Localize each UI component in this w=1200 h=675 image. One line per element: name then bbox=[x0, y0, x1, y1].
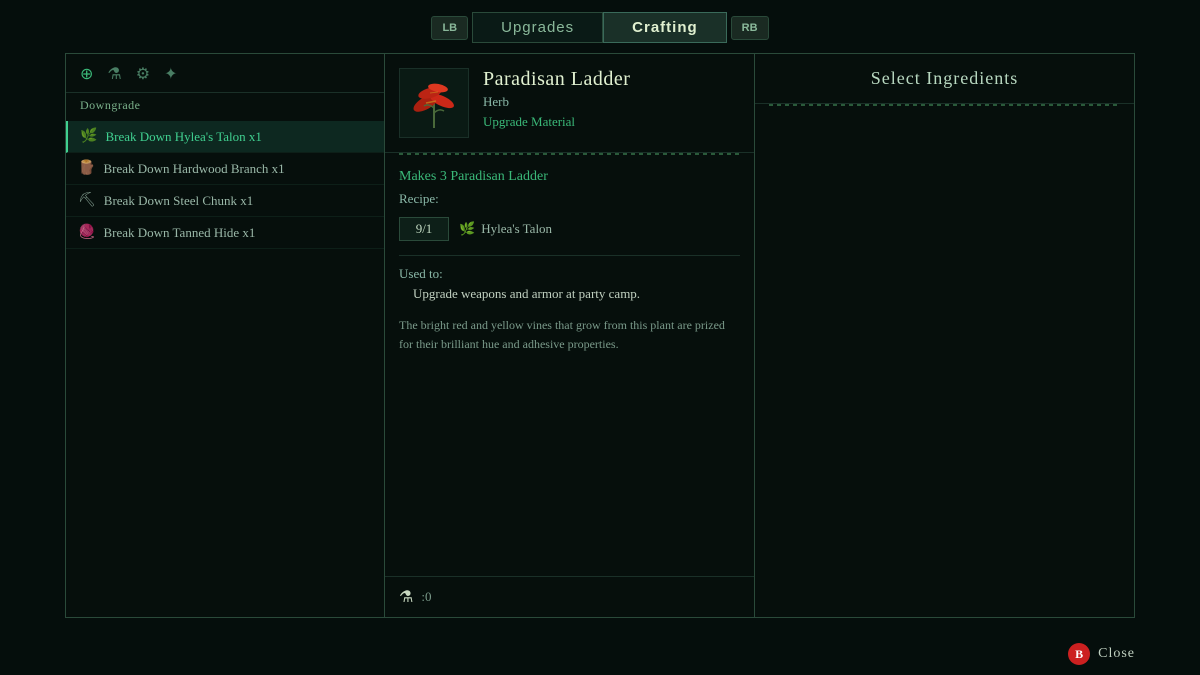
main-layout: ⊕ ⚗ ⚙ ✦ Downgrade 🌿 Break Down Hylea's T… bbox=[0, 53, 1200, 618]
recipe-item-label: Break Down Hylea's Talon x1 bbox=[105, 129, 261, 145]
ingredient-icon: 🌿 bbox=[459, 221, 475, 237]
select-ingredients-header: Select Ingredients bbox=[755, 54, 1134, 104]
makes-label: Makes 3 Paradisan Ladder bbox=[399, 169, 740, 185]
recipe-item-hardwood[interactable]: 🪵 Break Down Hardwood Branch x1 bbox=[66, 153, 384, 185]
filter-icon-1[interactable]: ⊕ bbox=[80, 64, 93, 84]
item-type: Herb bbox=[483, 94, 630, 110]
recipe-item-label: Break Down Hardwood Branch x1 bbox=[103, 161, 284, 177]
separator bbox=[399, 255, 740, 256]
right-panel: Select Ingredients bbox=[755, 53, 1135, 618]
used-to-label: Used to: bbox=[399, 266, 740, 282]
close-label[interactable]: Close bbox=[1098, 646, 1135, 662]
filter-icon-2[interactable]: ⚗ bbox=[107, 64, 121, 84]
right-dotted-divider bbox=[769, 104, 1120, 106]
footer-bar: B Close bbox=[1068, 643, 1135, 665]
ingredient-row: 9/1 🌿 Hylea's Talon bbox=[399, 217, 740, 241]
description-text: The bright red and yellow vines that gro… bbox=[399, 316, 740, 354]
recipe-item-steel[interactable]: ⛏ Break Down Steel Chunk x1 bbox=[66, 185, 384, 217]
ingredient-label: Hylea's Talon bbox=[481, 221, 552, 237]
recipe-list: 🌿 Break Down Hylea's Talon x1 🪵 Break Do… bbox=[66, 121, 384, 617]
item-category: Upgrade Material bbox=[483, 114, 630, 130]
steel-icon: ⛏ bbox=[78, 192, 96, 209]
top-navigation: LB Upgrades Crafting RB bbox=[0, 0, 1200, 53]
item-header: Paradisan Ladder Herb Upgrade Material bbox=[385, 54, 754, 153]
ingredient-name: 🌿 Hylea's Talon bbox=[459, 221, 552, 237]
plant-svg bbox=[404, 73, 464, 133]
recipe-item-hide[interactable]: 🧶 Break Down Tanned Hide x1 bbox=[66, 217, 384, 249]
lb-button[interactable]: LB bbox=[431, 16, 468, 40]
filter-icons: ⊕ ⚗ ⚙ ✦ bbox=[66, 54, 384, 93]
craft-icon: ⚗ bbox=[399, 587, 413, 607]
hide-icon: 🧶 bbox=[78, 224, 95, 241]
filter-icon-4[interactable]: ✦ bbox=[164, 64, 177, 84]
recipe-label: Recipe: bbox=[399, 191, 740, 207]
hylea-icon: 🌿 bbox=[80, 128, 97, 145]
item-image bbox=[399, 68, 469, 138]
recipe-item-hylea[interactable]: 🌿 Break Down Hylea's Talon x1 bbox=[66, 121, 384, 153]
filter-icon-3[interactable]: ⚙ bbox=[136, 64, 150, 84]
left-panel: ⊕ ⚗ ⚙ ✦ Downgrade 🌿 Break Down Hylea's T… bbox=[65, 53, 385, 618]
downgrade-label: Downgrade bbox=[66, 93, 384, 121]
item-name: Paradisan Ladder bbox=[483, 68, 630, 91]
recipe-item-label: Break Down Steel Chunk x1 bbox=[104, 193, 253, 209]
rb-button[interactable]: RB bbox=[731, 16, 769, 40]
item-details: Makes 3 Paradisan Ladder Recipe: 9/1 🌿 H… bbox=[385, 155, 754, 576]
craft-count: :0 bbox=[421, 589, 431, 605]
crafting-tab[interactable]: Crafting bbox=[603, 12, 727, 43]
middle-panel: Paradisan Ladder Herb Upgrade Material M… bbox=[385, 53, 755, 618]
upgrades-tab[interactable]: Upgrades bbox=[472, 12, 603, 43]
ingredient-qty: 9/1 bbox=[399, 217, 449, 241]
close-button-icon[interactable]: B bbox=[1068, 643, 1090, 665]
item-info: Paradisan Ladder Herb Upgrade Material bbox=[483, 68, 630, 130]
hardwood-icon: 🪵 bbox=[78, 160, 95, 177]
recipe-item-label: Break Down Tanned Hide x1 bbox=[103, 225, 255, 241]
used-to-text: Upgrade weapons and armor at party camp. bbox=[399, 286, 740, 302]
middle-bottom-bar: ⚗ :0 bbox=[385, 576, 754, 617]
